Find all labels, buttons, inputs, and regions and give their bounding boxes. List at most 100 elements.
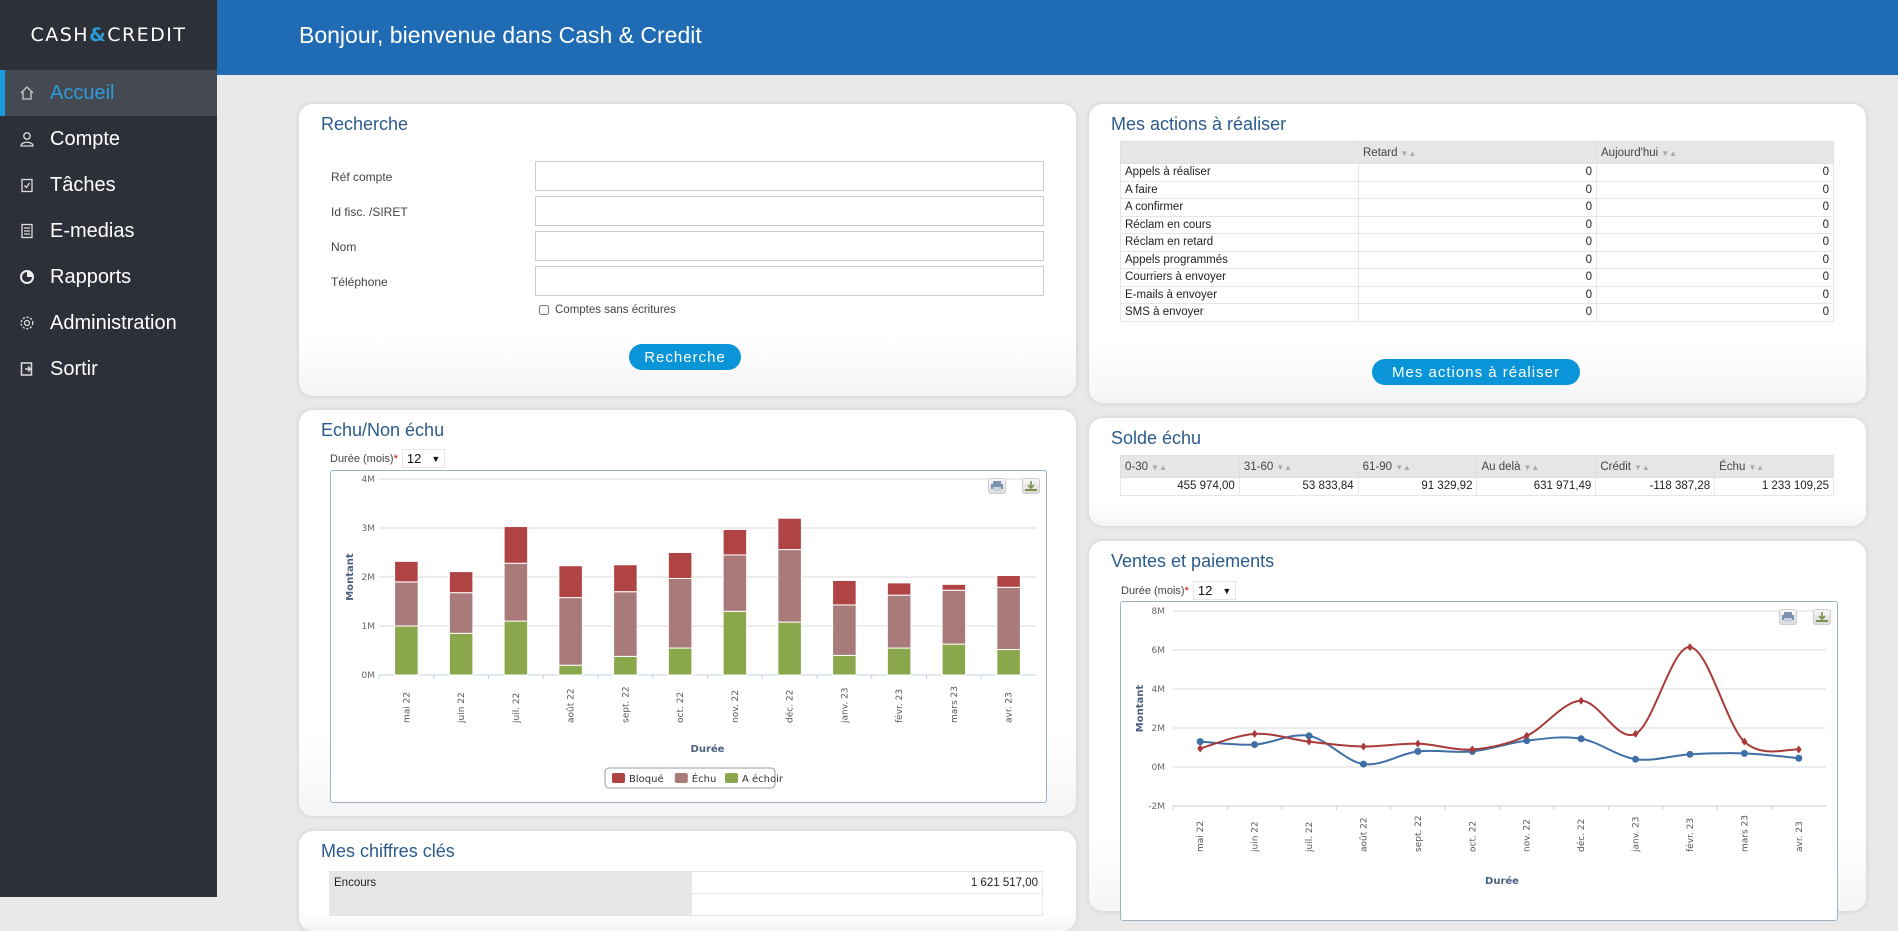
table-row: A confirmer 0 0 [1120,198,1834,217]
retard-count: 0 [1358,198,1597,217]
bar-bloqué [613,564,638,593]
x-tick-label: avr. 23 [1795,821,1805,852]
sort-icon[interactable]: ▼▲ [1634,463,1650,472]
column-header-aujourdhui[interactable]: Aujourd'hui ▼▲ [1596,141,1834,164]
table-row: Appels à réaliser 0 0 [1120,163,1834,182]
bar-échu [941,589,967,645]
comptes-sans-ecritures-label[interactable]: Comptes sans écritures [555,304,676,316]
x-tick-label: juil. 22 [512,693,522,724]
bar-a-échoir [667,647,693,676]
x-tick-label: janv. 23 [840,687,850,724]
siret-label: Id fisc. /SIRET [331,205,408,219]
x-tick-label: mars 23 [950,686,960,723]
duration-label: Durée (mois) [330,452,394,465]
ventes-panel-title: Ventes et paiements [1111,551,1275,571]
x-tick-label: janv. 23 [1632,816,1642,853]
y-tick-label: 0M [362,671,376,681]
column-header[interactable]: 0-30 ▼▲ [1120,455,1240,478]
bar-bloqué [667,552,693,579]
column-header[interactable]: 61-90 ▼▲ [1357,455,1478,478]
ventes-duration-select[interactable]: 12 ▼ [1192,581,1237,600]
y-tick-label: 1M [362,622,376,632]
sidebar-item-compte[interactable]: Compte [0,116,217,162]
sidebar-item-label: Sortir [50,357,98,380]
y-tick-label: 0M [1152,763,1166,773]
sidebar-item-label: Administration [50,311,177,334]
retard-count: 0 [1358,215,1597,234]
bar-bloqué [722,528,748,556]
mes-actions-button[interactable]: Mes actions à réaliser [1372,359,1580,385]
column-header[interactable]: Échu ▼▲ [1714,455,1834,478]
column-header-retard[interactable]: Retard ▼▲ [1358,141,1597,164]
sidebar-item-taches[interactable]: Tâches [0,162,217,208]
brand-left: CASH [30,24,90,46]
action-label: A faire [1120,180,1359,199]
sort-icon[interactable]: ▼▲ [1748,463,1764,472]
action-label: SMS à envoyer [1120,303,1359,322]
chiffres-cles-table: Encours 1 621 517,00 [329,871,1043,916]
retard-count: 0 [1358,180,1597,199]
y-tick-label: 4M [362,475,376,485]
brand-logo[interactable]: CASH & CREDIT [0,0,217,70]
sort-icon[interactable]: ▼▲ [1401,149,1417,158]
telephone-input[interactable] [535,266,1044,296]
echu-panel: Echu/Non échu Durée (mois) * 12 ▼ 0M 1M 2M 3M… [299,410,1076,816]
sidebar-item-administration[interactable]: Administration [0,300,217,346]
print-icon[interactable] [988,478,1006,494]
ref-compte-input[interactable] [535,161,1044,191]
bar-échu [558,597,583,666]
sidebar-item-label: Tâches [50,173,116,196]
comptes-sans-ecritures-checkbox[interactable] [539,305,549,315]
download-icon[interactable] [1813,609,1831,625]
bar-échu [503,562,529,622]
aujourdhui-count: 0 [1596,215,1834,234]
search-panel-title: Recherche [321,114,409,134]
bar-bloqué [558,565,583,599]
aujourdhui-count: 0 [1596,198,1834,217]
chiffre-value: 1 621 517,00 [691,871,1043,894]
sidebar-item-rapports[interactable]: Rapports [0,254,217,300]
table-row: A faire 0 0 [1120,180,1834,199]
sort-icon[interactable]: ▼▲ [1661,149,1677,158]
x-tick-label: déc. 22 [785,690,796,723]
point-paiements [1577,735,1585,743]
column-header[interactable]: Au delà ▼▲ [1476,455,1597,478]
sort-icon[interactable]: ▼▲ [1151,463,1167,472]
sort-icon[interactable]: ▼▲ [1524,463,1540,472]
legend-swatch [725,773,738,783]
sidebar-item-label: E-medias [50,219,135,242]
siret-input[interactable] [535,196,1044,226]
echu-duration-select[interactable]: 12 ▼ [401,449,446,468]
chiffres-cles-panel: Mes chiffres clés Encours 1 621 517,00 [299,831,1076,931]
point-ventes [1632,729,1639,738]
column-header [1120,141,1359,164]
ventes-line-chart: -2M 0M 2M 4M 6M 8M Montant mai 22 juin 22 juil. 2… [1135,607,1826,887]
brand-right: CREDIT [107,24,187,46]
bar-bloqué [777,517,802,551]
action-label: A confirmer [1120,198,1359,217]
chevron-down-icon: ▼ [431,453,441,464]
x-tick-label: févr. 23 [894,689,905,723]
sidebar-item-emedias[interactable]: E-medias [0,208,217,254]
bar-a-échoir [777,621,802,676]
sort-icon[interactable]: ▼▲ [1395,463,1411,472]
aujourdhui-count: 0 [1596,250,1834,269]
nom-input[interactable] [535,231,1044,261]
download-icon[interactable] [1022,478,1040,494]
column-header[interactable]: 31-60 ▼▲ [1238,455,1359,478]
action-label: Courriers à envoyer [1120,268,1359,287]
print-icon[interactable] [1779,609,1797,625]
search-button[interactable]: Recherche [629,344,741,370]
x-tick-label: juin 22 [457,692,467,724]
sort-icon[interactable]: ▼▲ [1276,463,1292,472]
sidebar-item-sortir[interactable]: Sortir [0,346,217,392]
x-tick-label: juin 22 [1251,821,1261,853]
y-tick-label: 4M [1152,685,1166,695]
echu-panel-title: Echu/Non échu [321,420,445,440]
bar-bloqué [886,582,912,596]
sidebar-item-accueil[interactable]: Accueil [0,70,217,116]
solde-echu-table: 0-30 ▼▲ 31-60 ▼▲ 61-90 ▼▲ Au delà ▼▲ Crédit ▼▲ Éch… [1120,455,1834,496]
form-row-siret: Id fisc. /SIRET [331,196,1044,228]
column-header[interactable]: Crédit ▼▲ [1595,455,1716,478]
solde-value: 455 974,00 [1120,477,1240,496]
